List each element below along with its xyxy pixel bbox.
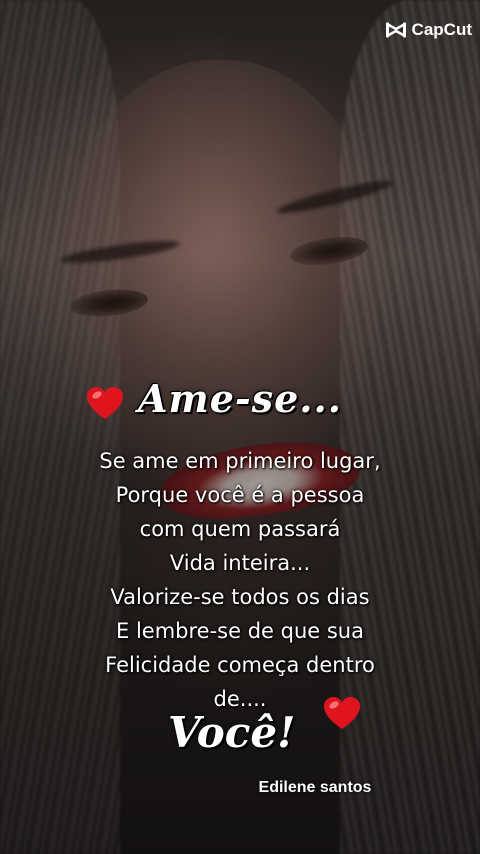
capcut-logo-icon (385, 22, 406, 38)
quote-line: com quem passará (139, 517, 341, 541)
brand-name: CapCut (411, 20, 472, 39)
capcut-watermark: CapCut (385, 20, 472, 40)
quote-heading: Ame-se... (138, 376, 342, 421)
photo-background: CapCut Ame-se... Se ame em primeiro luga… (0, 0, 480, 854)
quote-line: Vida inteira... (169, 551, 311, 575)
quote-line: Porque você é a pessoa (115, 483, 365, 507)
quote-closing: Você! (168, 708, 296, 757)
quote-line: Felicidade começa dentro (105, 653, 375, 677)
quote-line: E lembre-se de que sua (116, 619, 364, 643)
author-signature: Edilene santos (258, 779, 372, 796)
quote-line: Valorize-se todos os dias (110, 585, 370, 609)
quote-body: Se ame em primeiro lugar, Porque você é … (0, 444, 480, 716)
quote-line: Se ame em primeiro lugar, (99, 449, 381, 473)
